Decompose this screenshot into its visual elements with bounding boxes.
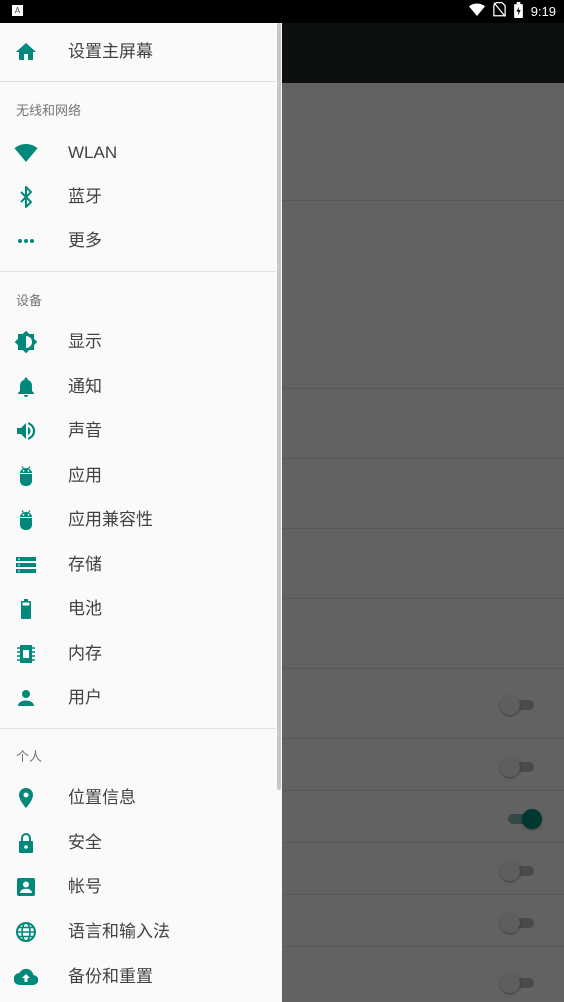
section-divider	[0, 271, 276, 272]
drawer-item-label: 存储	[68, 555, 102, 575]
location-pin-icon	[14, 786, 38, 810]
drawer-item-apps[interactable]: 应用	[0, 454, 276, 498]
drawer-item-memory[interactable]: 内存	[0, 632, 276, 676]
drawer-item-label: 位置信息	[68, 788, 136, 808]
drawer-item-label: 声音	[68, 421, 102, 441]
status-bar: A 9:19	[0, 0, 564, 23]
drawer-item-notifications[interactable]: 通知	[0, 365, 276, 409]
drawer-item-users[interactable]: 用户	[0, 676, 276, 720]
drawer-item-label: 显示	[68, 332, 102, 352]
drawer-item-app-compatibility[interactable]: 应用兼容性	[0, 498, 276, 542]
storage-icon	[14, 553, 38, 577]
section-header-personal: 个人	[16, 750, 43, 765]
drawer-item-label: 帐号	[68, 877, 102, 897]
lock-icon	[14, 831, 38, 855]
drawer-item-label: 语言和输入法	[68, 922, 170, 942]
person-icon	[14, 686, 38, 710]
home-icon	[14, 40, 38, 64]
status-bar-right: 9:19	[468, 0, 556, 23]
drawer-item-label: 电池	[68, 599, 102, 619]
no-sim-icon	[492, 2, 506, 21]
bluetooth-icon	[14, 185, 38, 209]
battery-icon	[14, 597, 38, 621]
section-divider	[0, 728, 276, 729]
status-bar-left	[0, 0, 282, 23]
drawer-item-label: 应用	[68, 466, 102, 486]
memory-chip-icon	[14, 642, 38, 666]
section-divider	[0, 81, 276, 82]
drawer-item-location[interactable]: 位置信息	[0, 776, 276, 820]
drawer-item-label: 更多	[68, 231, 102, 251]
notification-a-icon: A	[12, 5, 23, 16]
brightness-icon	[14, 330, 38, 354]
battery-charging-icon	[513, 1, 523, 22]
more-horiz-icon	[14, 229, 38, 253]
drawer-item-label: 应用兼容性	[68, 510, 153, 530]
drawer-item-label: 备份和重置	[68, 967, 153, 987]
drawer-item-bluetooth[interactable]: 蓝牙	[0, 175, 276, 219]
drawer-item-language-input[interactable]: 语言和输入法	[0, 910, 276, 954]
globe-icon	[14, 920, 38, 944]
wifi-icon	[468, 2, 485, 21]
navigation-drawer[interactable]: 设置主屏幕 无线和网络 WLAN 蓝牙 更多 设备 显示 通知 声音 应用 应用…	[0, 23, 282, 1002]
drawer-scrollbar[interactable]	[277, 23, 281, 790]
status-time: 9:19	[530, 4, 556, 19]
volume-icon	[14, 419, 38, 443]
drawer-item-display[interactable]: 显示	[0, 320, 276, 364]
drawer-item-storage[interactable]: 存储	[0, 543, 276, 587]
drawer-item-label: 通知	[68, 377, 102, 397]
drawer-item-label: 内存	[68, 644, 102, 664]
drawer-item-wlan[interactable]: WLAN	[0, 131, 276, 175]
bell-icon	[14, 375, 38, 399]
drawer-item-battery[interactable]: 电池	[0, 587, 276, 631]
android-icon	[14, 508, 38, 532]
drawer-item-backup-reset[interactable]: 备份和重置	[0, 955, 276, 999]
drawer-item-label: 安全	[68, 833, 102, 853]
section-header-device: 设备	[16, 294, 43, 309]
drawer-item-label: WLAN	[68, 143, 118, 162]
drawer-item-label: 设置主屏幕	[68, 42, 153, 62]
drawer-item-home[interactable]: 设置主屏幕	[0, 30, 276, 74]
cloud-upload-icon	[14, 965, 38, 989]
drawer-item-security[interactable]: 安全	[0, 821, 276, 865]
drawer-item-sound[interactable]: 声音	[0, 409, 276, 453]
android-icon	[14, 464, 38, 488]
account-box-icon	[14, 875, 38, 899]
drawer-item-more[interactable]: 更多	[0, 219, 276, 263]
drawer-item-label: 蓝牙	[68, 187, 102, 207]
section-header-wireless: 无线和网络	[16, 104, 82, 119]
drawer-item-accounts[interactable]: 帐号	[0, 865, 276, 909]
wifi-icon	[14, 141, 38, 165]
drawer-item-label: 用户	[68, 688, 102, 708]
